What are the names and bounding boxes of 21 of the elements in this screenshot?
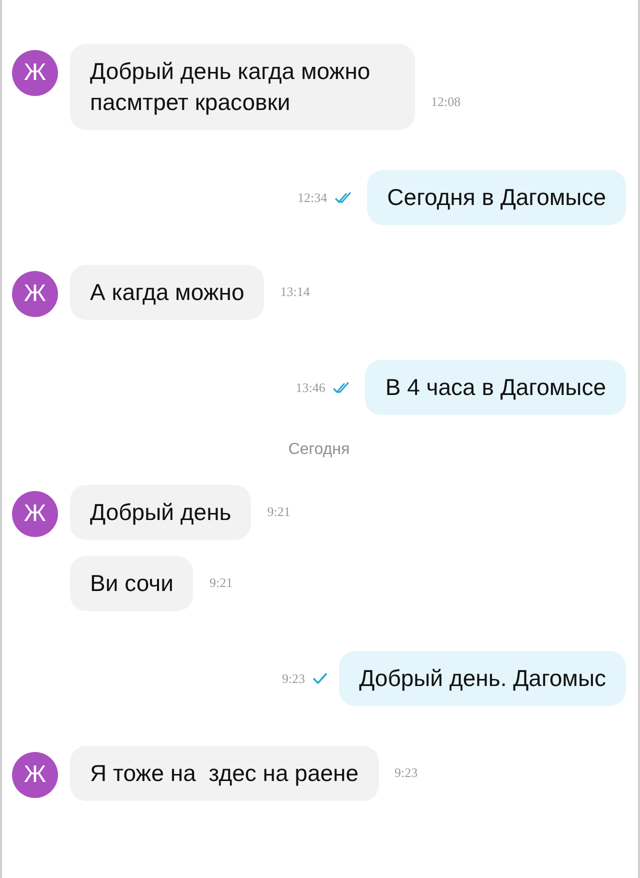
message-bubble: Добрый день: [70, 485, 252, 540]
avatar[interactable]: Ж: [12, 752, 58, 798]
message-bubble: Я тоже на здес на раене: [70, 746, 379, 801]
message-time: 13:46: [296, 380, 326, 396]
message-time: 12:08: [431, 94, 461, 111]
message-time: 9:23: [394, 765, 418, 782]
message-bubble: В 4 часа в Дагомысе: [365, 360, 626, 415]
message-bubble: Добрый день. Дагомыс: [339, 651, 626, 706]
avatar[interactable]: Ж: [12, 50, 58, 96]
message-time: 9:21: [209, 575, 233, 592]
message-bubble: А кагда можно: [70, 265, 264, 320]
avatar[interactable]: Ж: [12, 491, 58, 537]
message-bubble: Ви сочи: [70, 556, 194, 611]
message-time: 9:23: [282, 670, 306, 686]
date-separator: Сегодня: [288, 441, 350, 459]
message-bubble: Добрый день кагда можно пасмтрет красовки: [70, 44, 415, 130]
message-time: 9:21: [267, 504, 290, 521]
message-time: 12:34: [298, 190, 328, 206]
message-time: 13:14: [280, 284, 310, 301]
avatar[interactable]: Ж: [12, 271, 58, 317]
message-bubble: Сегодня в Дагомысе: [367, 170, 626, 225]
